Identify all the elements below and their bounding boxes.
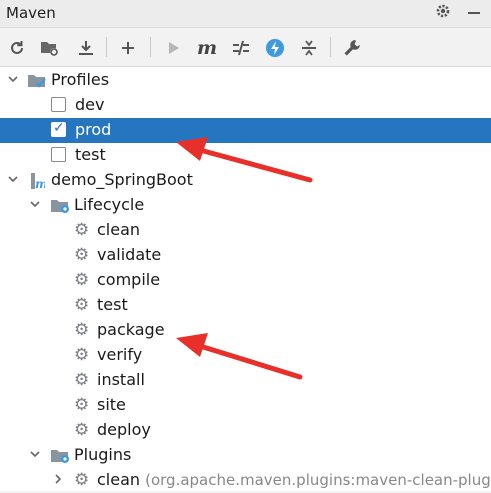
goal-label: site — [97, 395, 126, 414]
chevron-down-icon[interactable] — [7, 173, 19, 188]
maven-project-tree: Profiles dev prod test m demo_SpringBoot… — [0, 67, 491, 491]
download-sources-icon[interactable] — [75, 37, 97, 59]
gear-icon: ⚙ — [74, 345, 90, 365]
profiles-folder-icon — [27, 73, 46, 88]
profiles-label: Profiles — [51, 70, 110, 89]
profile-item-prod[interactable]: prod — [0, 118, 491, 143]
plugins-label: Plugins — [74, 445, 132, 464]
plugin-item-clean[interactable]: ⚙ clean (org.apache.maven.plugins:maven-… — [0, 468, 491, 493]
profile-label: prod — [75, 120, 112, 139]
add-icon[interactable] — [117, 37, 139, 59]
gear-icon[interactable] — [435, 3, 451, 24]
lifecycle-goal-verify[interactable]: ⚙ verify — [0, 343, 491, 368]
chevron-down-icon[interactable] — [29, 198, 41, 213]
plugins-folder-icon — [50, 448, 69, 463]
plugin-coordinates: (org.apache.maven.plugins:maven-clean-pl… — [145, 471, 491, 489]
profile-label: test — [75, 145, 106, 164]
tree-node-lifecycle[interactable]: Lifecycle — [0, 193, 491, 218]
plugin-gear-icon: ⚙ — [74, 470, 90, 490]
gear-icon: ⚙ — [74, 245, 90, 265]
profile-item-dev[interactable]: dev — [0, 93, 491, 118]
tool-window-title: Maven — [6, 4, 56, 22]
profile-item-test[interactable]: test — [0, 143, 491, 168]
gear-icon: ⚙ — [74, 395, 90, 415]
reload-icon[interactable] — [6, 37, 28, 59]
tree-node-plugins[interactable]: Plugins — [0, 443, 491, 468]
gear-icon: ⚙ — [74, 220, 90, 240]
goal-label: clean — [97, 220, 141, 239]
goal-label: compile — [97, 270, 161, 289]
profile-label: dev — [75, 95, 105, 114]
goal-label: install — [97, 370, 145, 389]
profile-checkbox-dev[interactable] — [51, 97, 66, 112]
skip-tests-icon[interactable] — [264, 37, 286, 59]
tree-node-profiles[interactable]: Profiles — [0, 68, 491, 93]
gear-icon: ⚙ — [74, 420, 90, 440]
lifecycle-goal-install[interactable]: ⚙ install — [0, 368, 491, 393]
goal-label: test — [97, 295, 128, 314]
plugin-name: clean — [97, 470, 141, 489]
goal-label: deploy — [97, 420, 151, 439]
chevron-down-icon[interactable] — [29, 448, 41, 463]
gear-icon: ⚙ — [74, 270, 90, 290]
run-icon[interactable] — [162, 37, 184, 59]
project-label: demo_SpringBoot — [51, 170, 193, 189]
gear-icon: ⚙ — [74, 295, 90, 315]
profile-checkbox-prod[interactable] — [51, 120, 66, 137]
lifecycle-goal-deploy[interactable]: ⚙ deploy — [0, 418, 491, 443]
lifecycle-goal-test[interactable]: ⚙ test — [0, 293, 491, 318]
goal-label: validate — [97, 245, 162, 264]
gear-icon: ⚙ — [74, 320, 90, 340]
lifecycle-goal-site[interactable]: ⚙ site — [0, 393, 491, 418]
execute-maven-goal-icon[interactable]: m — [196, 37, 218, 59]
profile-checkbox-test[interactable] — [51, 147, 66, 162]
lifecycle-label: Lifecycle — [74, 195, 145, 214]
lifecycle-goal-package[interactable]: ⚙ package — [0, 318, 491, 343]
tree-node-project[interactable]: m demo_SpringBoot — [0, 168, 491, 193]
gear-icon: ⚙ — [74, 370, 90, 390]
svg-text:m: m — [35, 177, 45, 190]
settings-wrench-icon[interactable] — [341, 37, 363, 59]
plugin-label: clean (org.apache.maven.plugins:maven-cl… — [97, 470, 491, 489]
lifecycle-goal-clean[interactable]: ⚙ clean — [0, 218, 491, 243]
toggle-offline-mode-icon[interactable] — [230, 37, 252, 59]
chevron-right-icon[interactable] — [52, 473, 64, 488]
lifecycle-goal-validate[interactable]: ⚙ validate — [0, 243, 491, 268]
lifecycle-folder-icon — [50, 198, 69, 213]
maven-project-icon: m — [29, 172, 48, 191]
maven-toolbar: m — [0, 28, 491, 67]
add-maven-projects-icon[interactable] — [39, 37, 61, 59]
show-dependencies-icon[interactable] — [298, 37, 320, 59]
minimize-icon[interactable] — [467, 3, 481, 24]
goal-label: verify — [97, 345, 143, 364]
goal-label: package — [97, 320, 165, 339]
chevron-down-icon[interactable] — [7, 73, 19, 88]
tool-window-header: Maven — [0, 0, 491, 28]
lifecycle-goal-compile[interactable]: ⚙ compile — [0, 268, 491, 293]
